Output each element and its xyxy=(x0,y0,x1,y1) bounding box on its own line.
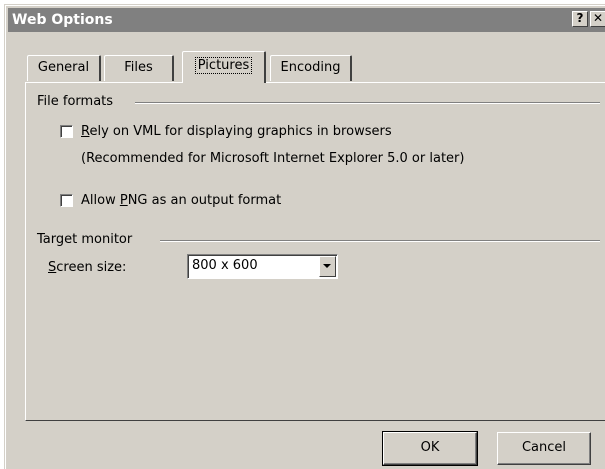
screen-size-label: Screen size: xyxy=(48,260,127,275)
ok-button-label: OK xyxy=(420,440,440,455)
web-options-dialog: Web Options ? ✕ General Files Pictures E… xyxy=(4,4,605,469)
close-button[interactable]: ✕ xyxy=(590,11,605,27)
png-checkbox-label[interactable]: Allow PNG as an output format xyxy=(81,193,281,209)
vml-checkbox-label[interactable]: Rely on VML for displaying graphics in b… xyxy=(81,124,392,140)
file-formats-divider xyxy=(135,102,600,104)
help-icon: ? xyxy=(576,11,584,25)
window-title: Web Options xyxy=(12,12,113,28)
title-bar[interactable]: Web Options ? ✕ xyxy=(8,8,605,32)
target-monitor-group-label: Target monitor xyxy=(37,232,133,247)
close-icon: ✕ xyxy=(592,11,604,25)
tab-general-label: General xyxy=(37,60,90,75)
help-button[interactable]: ? xyxy=(572,11,588,27)
tab-files-label: Files xyxy=(124,60,153,75)
tab-pictures-label: Pictures xyxy=(194,57,253,74)
tab-files[interactable]: Files xyxy=(104,55,174,81)
tab-general[interactable]: General xyxy=(27,55,101,81)
tab-pictures[interactable]: Pictures xyxy=(182,51,266,83)
tab-encoding-label: Encoding xyxy=(280,60,341,75)
screen-size-select[interactable]: 800 x 600 xyxy=(187,254,338,279)
chevron-down-icon[interactable] xyxy=(319,256,336,277)
cancel-button-label: Cancel xyxy=(521,440,567,455)
vml-checkbox[interactable] xyxy=(60,125,73,138)
file-formats-group-label: File formats xyxy=(37,94,114,109)
screen-size-value: 800 x 600 xyxy=(192,258,258,273)
tab-encoding[interactable]: Encoding xyxy=(270,55,352,81)
png-checkbox[interactable] xyxy=(60,194,73,207)
cancel-button[interactable]: Cancel xyxy=(497,432,591,465)
vml-recommendation-note: (Recommended for Microsoft Internet Expl… xyxy=(81,151,465,166)
ok-button[interactable]: OK xyxy=(382,431,478,466)
target-monitor-divider xyxy=(160,240,600,242)
